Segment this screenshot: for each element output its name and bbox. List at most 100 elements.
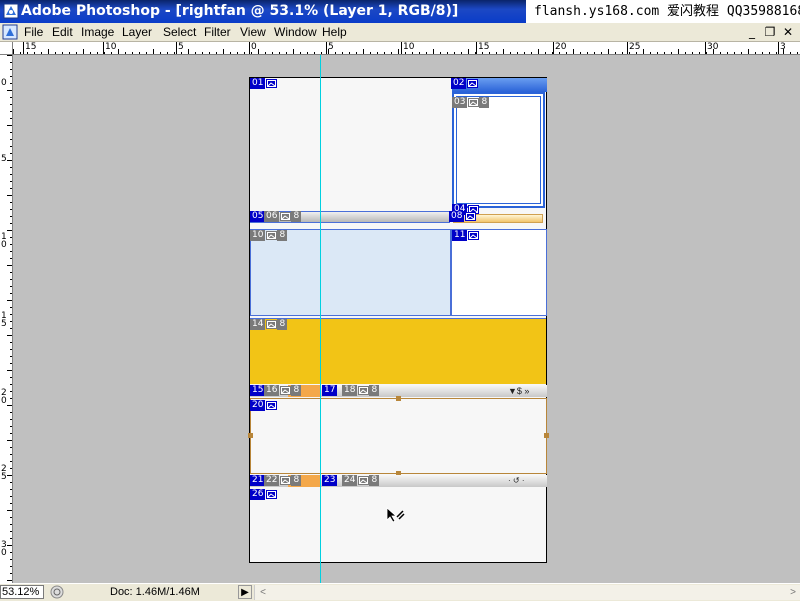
handle-right[interactable] bbox=[544, 433, 549, 438]
horizontal-scrollbar[interactable]: < > bbox=[254, 585, 800, 600]
slice-06[interactable]: 06 8 bbox=[264, 211, 302, 222]
slice-01[interactable]: 01 bbox=[250, 78, 278, 89]
framed-panel-inner bbox=[456, 96, 541, 204]
slice-image-icon bbox=[468, 98, 480, 107]
menu-edit[interactable]: Edit bbox=[52, 25, 73, 39]
document-icon[interactable] bbox=[2, 24, 18, 40]
ruler-label: 3 bbox=[780, 42, 786, 52]
ruler-label: 5 bbox=[178, 42, 184, 52]
ruler-origin[interactable] bbox=[0, 42, 13, 55]
slice-11[interactable]: 11 bbox=[452, 230, 480, 241]
ruler-label: 1 5 bbox=[1, 311, 7, 329]
slice-image-icon bbox=[358, 476, 370, 485]
minimize-button[interactable]: _ bbox=[744, 24, 760, 40]
menu-select[interactable]: Select bbox=[163, 25, 196, 39]
photoshop-app-icon bbox=[3, 3, 19, 19]
window-title: Adobe Photoshop - [rightfan @ 53.1% (Lay… bbox=[21, 3, 459, 19]
ruler-label: 15 bbox=[25, 42, 37, 52]
slice-22[interactable]: 22 8 bbox=[264, 475, 302, 486]
status-info-icon[interactable] bbox=[50, 585, 64, 599]
menu-window[interactable]: Window bbox=[274, 25, 317, 39]
handle-left[interactable] bbox=[248, 433, 253, 438]
canvas-area[interactable]: ▼$ » · ↺ · 01 02 03 8 04 05 06 8 08 10 8 11… bbox=[13, 55, 800, 583]
slice-image-icon bbox=[266, 231, 278, 240]
right-panel-white bbox=[451, 229, 547, 316]
slice-image-icon bbox=[266, 490, 278, 499]
ruler-label: 10 bbox=[105, 42, 117, 52]
slice-image-icon bbox=[358, 386, 370, 395]
slice-image-icon bbox=[280, 476, 292, 485]
status-menu-arrow[interactable]: ▶ bbox=[238, 585, 252, 599]
selection-box[interactable] bbox=[250, 398, 547, 474]
slice-14[interactable]: 14 8 bbox=[250, 319, 288, 330]
slice-image-icon bbox=[266, 79, 278, 88]
toolbar-strip-2-controls: ▼$ » bbox=[508, 386, 530, 396]
slice-image-icon bbox=[280, 212, 292, 221]
ruler-label: 10 bbox=[403, 42, 415, 52]
menu-layer[interactable]: Layer bbox=[122, 25, 152, 39]
menu-image[interactable]: Image bbox=[81, 25, 114, 39]
slice-16[interactable]: 16 8 bbox=[264, 385, 302, 396]
menu-bar: File Edit Image Layer Select Filter View… bbox=[0, 23, 800, 42]
toolbar-strip-3-controls: · ↺ · bbox=[508, 476, 525, 485]
vertical-guide[interactable] bbox=[320, 55, 321, 583]
horizontal-ruler[interactable]: 15 10 5 0 5 10 15 20 25 30 3 bbox=[13, 42, 800, 55]
restore-button[interactable]: ❐ bbox=[762, 24, 778, 40]
ruler-label: 1 0 bbox=[1, 232, 7, 250]
slice-10[interactable]: 10 8 bbox=[250, 230, 288, 241]
slice-image-icon bbox=[468, 231, 480, 240]
ruler-label: 5 bbox=[1, 154, 7, 164]
ruler-label: 2 5 bbox=[1, 464, 7, 482]
slice-23[interactable]: 23 bbox=[322, 475, 338, 486]
menu-filter[interactable]: Filter bbox=[204, 25, 231, 39]
slice-image-icon bbox=[266, 320, 278, 329]
slice-26[interactable]: 26 bbox=[250, 489, 278, 500]
ruler-label: 0 bbox=[1, 78, 7, 88]
yellow-band bbox=[250, 318, 546, 384]
ruler-label: 5 bbox=[328, 42, 334, 52]
handle-top[interactable] bbox=[396, 396, 401, 401]
vertical-ruler[interactable]: 0 5 1 0 1 5 2 0 2 5 3 0 bbox=[0, 55, 13, 583]
menu-help[interactable]: Help bbox=[322, 25, 347, 39]
ruler-major-tick bbox=[476, 42, 477, 54]
ruler-major-tick bbox=[176, 42, 177, 54]
slice-image-icon bbox=[467, 79, 479, 88]
slice-24[interactable]: 24 8 bbox=[342, 475, 380, 486]
slice-20[interactable]: 20 bbox=[250, 400, 278, 411]
ruler-major-tick bbox=[778, 42, 779, 54]
slice-image-icon bbox=[280, 386, 292, 395]
document-canvas[interactable]: ▼$ » · ↺ · 01 02 03 8 04 05 06 8 08 10 8 11… bbox=[248, 77, 549, 563]
ruler-label: 25 bbox=[629, 42, 641, 52]
status-bar: 53.12% Doc: 1.46M/1.46M ▶ < > bbox=[0, 583, 800, 601]
slice-image-icon bbox=[465, 212, 477, 221]
ruler-major-tick bbox=[103, 42, 104, 54]
ruler-major-tick bbox=[705, 42, 706, 54]
menu-view[interactable]: View bbox=[240, 25, 266, 39]
light-blue-panel bbox=[250, 229, 451, 316]
ruler-major-tick bbox=[326, 42, 327, 54]
slice-03[interactable]: 03 8 bbox=[452, 97, 490, 108]
menu-file[interactable]: File bbox=[24, 25, 43, 39]
ruler-label: 20 bbox=[555, 42, 567, 52]
ruler-major-tick bbox=[23, 42, 24, 54]
slice-image-icon bbox=[266, 401, 278, 410]
ruler-major-tick bbox=[401, 42, 402, 54]
slice-08[interactable]: 08 bbox=[449, 211, 477, 222]
ruler-major-tick bbox=[249, 42, 250, 54]
document-size-info: Doc: 1.46M/1.46M bbox=[110, 586, 200, 598]
slice-select-cursor-icon bbox=[386, 507, 405, 523]
slice-18[interactable]: 18 8 bbox=[342, 385, 380, 396]
ruler-label: 3 0 bbox=[1, 540, 7, 558]
ruler-label: 0 bbox=[251, 42, 257, 52]
ruler-major-tick bbox=[553, 42, 554, 54]
ruler-major-tick bbox=[627, 42, 628, 54]
ruler-label: 30 bbox=[707, 42, 719, 52]
slice-17[interactable]: 17 bbox=[322, 385, 338, 396]
ruler-label: 2 0 bbox=[1, 388, 7, 406]
slice-02[interactable]: 02 bbox=[451, 78, 479, 89]
scroll-right-button[interactable]: > bbox=[785, 585, 800, 600]
scroll-left-button[interactable]: < bbox=[255, 585, 271, 600]
zoom-field[interactable]: 53.12% bbox=[0, 585, 44, 599]
title-bar: Adobe Photoshop - [rightfan @ 53.1% (Lay… bbox=[0, 0, 800, 23]
close-button[interactable]: ✕ bbox=[780, 24, 796, 40]
